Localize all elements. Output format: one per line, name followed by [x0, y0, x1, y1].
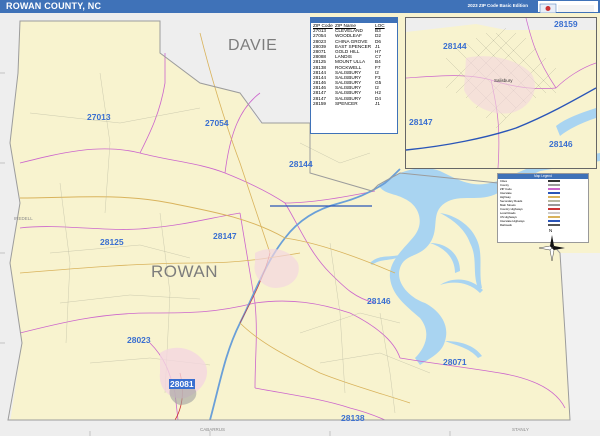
legend-swatch	[548, 208, 560, 210]
zip-loc-cell: J1	[375, 100, 380, 106]
county-label-iredell: IREDELL	[14, 216, 33, 221]
map-title: ROWAN COUNTY, NC	[6, 1, 102, 11]
county-label-davie: DAVIE	[228, 37, 278, 54]
zip-label-28023: 28023	[127, 335, 151, 345]
zip-label-28144: 28144	[289, 159, 313, 169]
legend-swatch	[548, 192, 560, 194]
inset-zip-label-28159: 28159	[554, 19, 578, 29]
legend-swatch	[548, 212, 560, 214]
edition-label: 2023 ZIP Code Basic Edition	[467, 3, 528, 8]
legend-swatch	[548, 200, 560, 202]
zip-label-28146: 28146	[367, 296, 391, 306]
zip-code-table: ZIP Code ZIP Name LOC 27013 CLEVELAND B3 27…	[310, 17, 398, 134]
compass-north-label: N	[549, 228, 553, 233]
zip-table-row: 28159 SPENCER J1	[311, 101, 397, 106]
legend-swatch	[548, 220, 560, 222]
legend-item-label: Railroads	[500, 223, 512, 227]
legend-item: Railroads	[498, 223, 588, 227]
zip-label-28147: 28147	[213, 231, 237, 241]
map-page: ROWAN COUNTY, NC 2023 ZIP Code Basic Edi…	[0, 0, 600, 436]
county-label-stanly: STANLY	[512, 427, 529, 432]
legend-swatch	[548, 196, 560, 198]
legend-swatch	[548, 188, 560, 190]
county-label-cabarrus: CABARRUS	[200, 427, 226, 432]
legend-swatch	[548, 224, 560, 226]
inset-city-label: Salisbury	[494, 78, 513, 83]
zip-label-27013: 27013	[87, 112, 111, 122]
legend-swatch	[548, 216, 560, 218]
zip-label-28081: 28081	[169, 379, 195, 389]
legend-swatch	[548, 204, 560, 206]
compass-rose-icon	[538, 235, 565, 262]
publisher-logo	[538, 1, 598, 14]
salisbury-inset-map: 28159 28144 28147 28146 Salisbury	[405, 17, 597, 169]
zip-label-28071: 28071	[443, 357, 467, 367]
zip-label-27054: 27054	[205, 118, 229, 128]
zip-code-cell: 28159	[313, 100, 327, 106]
legend-swatch	[548, 180, 560, 182]
inset-zip-label-28144: 28144	[443, 41, 467, 51]
county-label-rowan: ROWAN	[151, 262, 219, 281]
inset-zip-label-28146: 28146	[549, 139, 573, 149]
title-bar: ROWAN COUNTY, NC 2023 ZIP Code Basic Edi…	[0, 0, 600, 14]
zip-name-cell: SPENCER	[335, 100, 358, 106]
legend-swatch	[548, 184, 560, 186]
zip-label-28125: 28125	[100, 237, 124, 247]
inset-zip-label-28147: 28147	[409, 117, 433, 127]
zip-label-28138: 28138	[341, 413, 365, 423]
